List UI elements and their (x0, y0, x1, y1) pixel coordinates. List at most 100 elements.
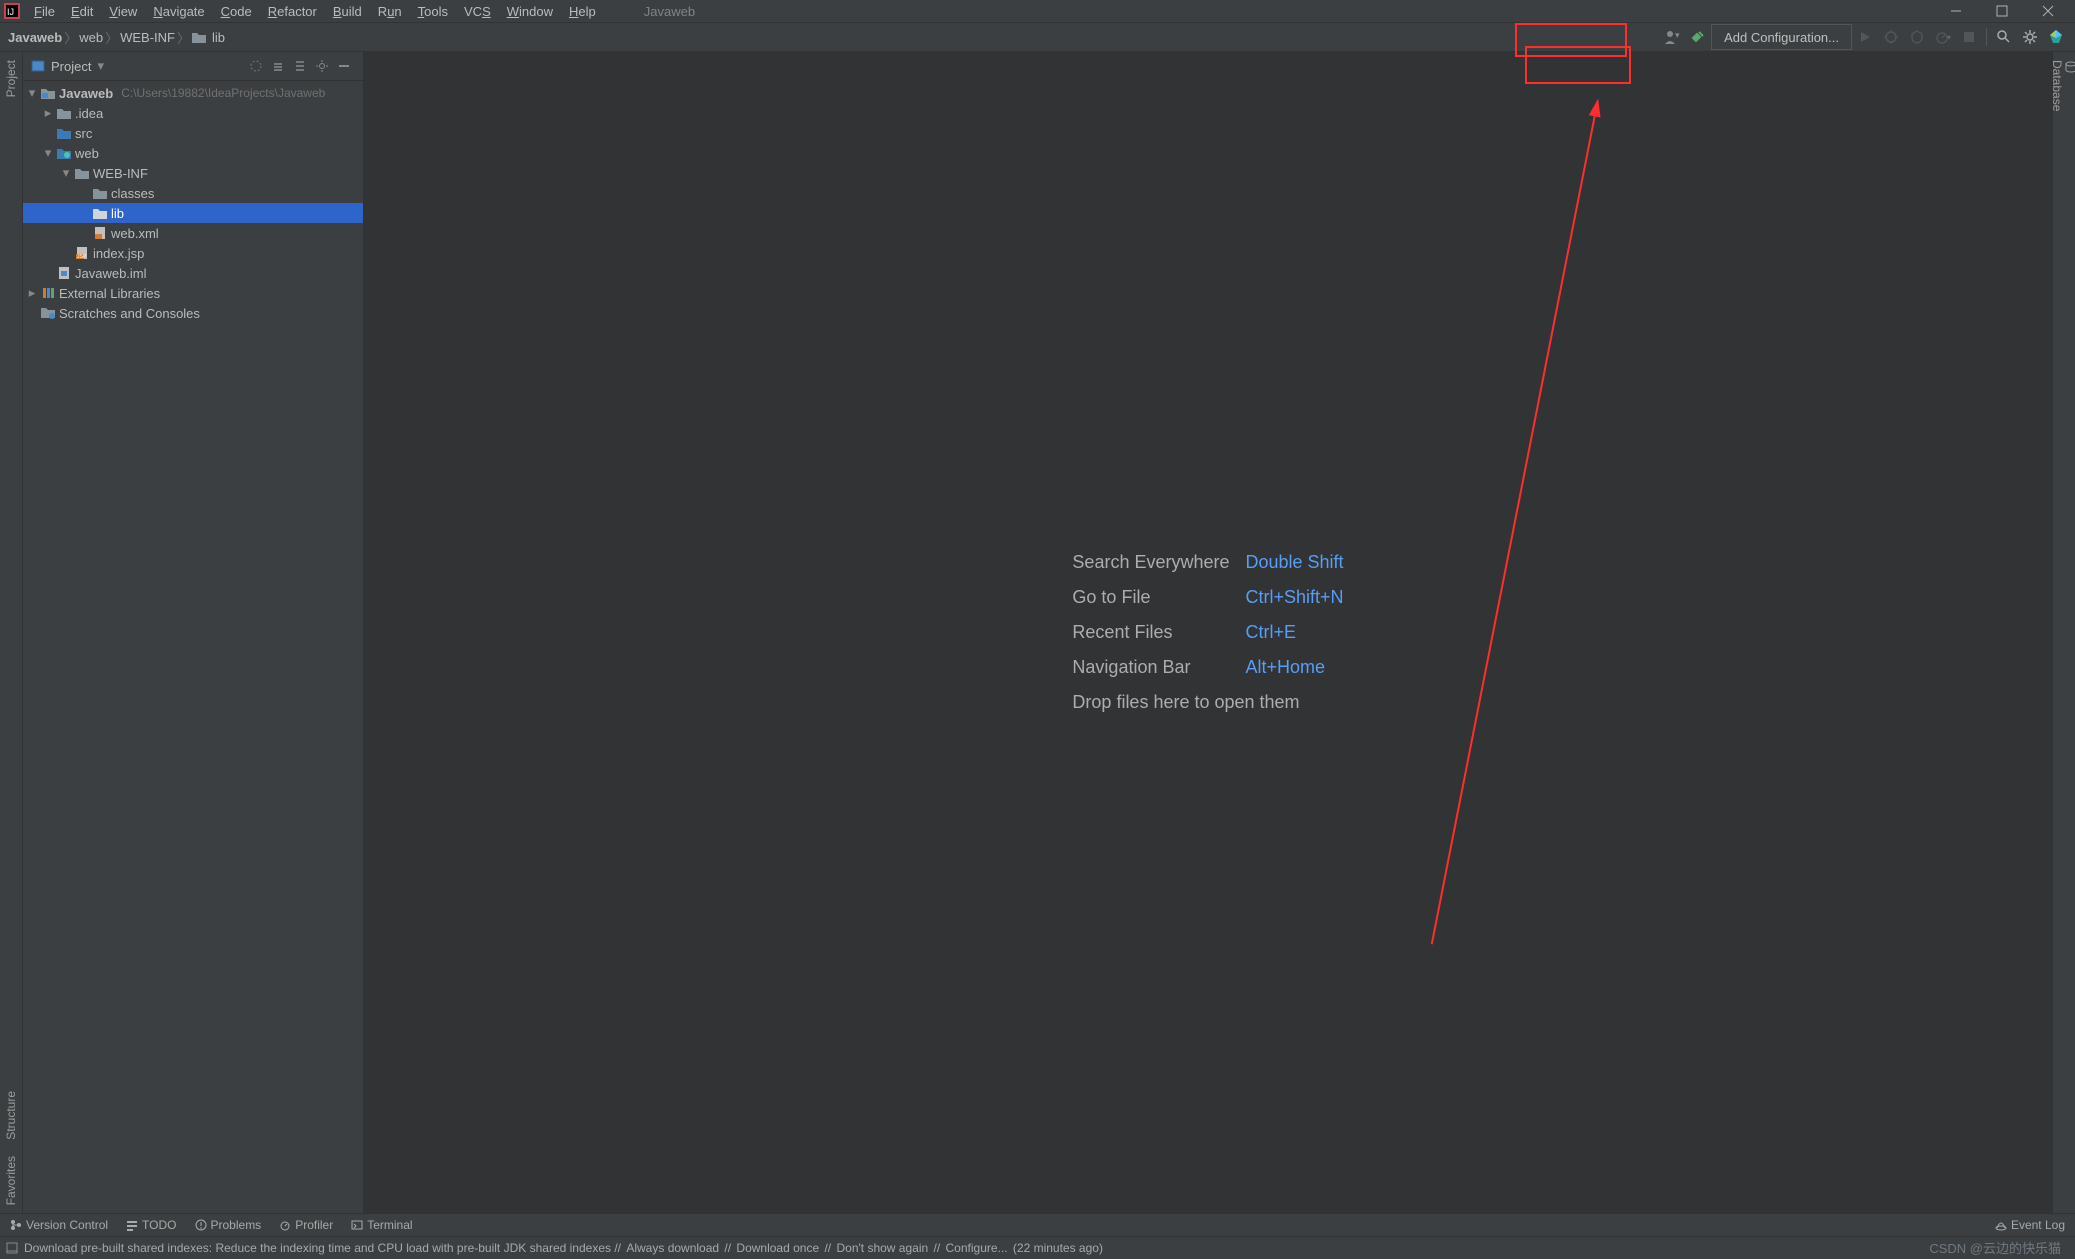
menu-window[interactable]: Window (499, 2, 561, 21)
breadcrumb-lib[interactable]: lib (190, 30, 227, 45)
left-tab-project[interactable]: Project (2, 52, 20, 105)
folder-icon (55, 107, 73, 119)
left-tab-structure[interactable]: Structure (2, 1083, 20, 1148)
status-link-configure[interactable]: Configure... (946, 1241, 1008, 1255)
window-maximize[interactable] (1979, 0, 2025, 22)
tree-lib[interactable]: lib (23, 203, 363, 223)
menu-view[interactable]: View (101, 2, 145, 21)
editor-empty-area: Search Everywhere Double Shift Go to Fil… (364, 52, 2052, 1213)
left-tab-favorites[interactable]: Favorites (2, 1148, 20, 1213)
breadcrumb-sep: 〉 (105, 28, 118, 47)
left-gutter: Project Structure Favorites (0, 52, 23, 1213)
hint-recent-label: Recent Files (1072, 622, 1229, 643)
tab-terminal[interactable]: Terminal (351, 1218, 412, 1232)
tree-iml[interactable]: Javaweb.iml (23, 263, 363, 283)
select-opened-file-icon[interactable] (245, 55, 267, 77)
tree-external-libraries[interactable]: ▸ External Libraries (23, 283, 363, 303)
chevron-down-icon[interactable]: ▾ (97, 58, 104, 74)
tree-src[interactable]: src (23, 123, 363, 143)
tree-idea[interactable]: ▸ .idea (23, 103, 363, 123)
folder-icon (73, 167, 91, 179)
menu-edit[interactable]: Edit (63, 2, 101, 21)
module-icon (39, 87, 57, 99)
ide-logo-icon[interactable] (2043, 24, 2069, 50)
window-title: Javaweb (644, 4, 695, 19)
web-folder-icon (55, 147, 73, 159)
add-configuration-button[interactable]: Add Configuration... (1711, 24, 1852, 50)
hint-drop: Drop files here to open them (1072, 692, 1343, 713)
folder-icon (91, 207, 109, 219)
run-icon[interactable] (1852, 24, 1878, 50)
tree-classes[interactable]: classes (23, 183, 363, 203)
folder-icon (192, 31, 206, 43)
hint-recent-key: Ctrl+E (1246, 622, 1344, 643)
tab-version-control[interactable]: Version Control (10, 1218, 108, 1232)
hide-panel-icon[interactable] (333, 55, 355, 77)
panel-gear-icon[interactable] (311, 55, 333, 77)
hammer-icon[interactable] (1685, 24, 1711, 50)
coverage-icon[interactable] (1904, 24, 1930, 50)
status-text: Download pre-built shared indexes: Reduc… (24, 1241, 1103, 1255)
source-folder-icon (55, 127, 73, 139)
hint-search-key: Double Shift (1246, 552, 1344, 573)
menu-tools[interactable]: Tools (410, 2, 456, 21)
title-bar: IJ File Edit View Navigate Code Refactor… (0, 0, 2075, 23)
tab-profiler[interactable]: Profiler (279, 1218, 333, 1232)
statusbar-toggle-icon[interactable] (6, 1242, 18, 1254)
hint-navbar-key: Alt+Home (1246, 657, 1344, 678)
menu-refactor[interactable]: Refactor (260, 2, 325, 21)
nav-bar: Javaweb 〉 web 〉 WEB-INF 〉 lib ▾ Add Conf… (0, 23, 2075, 52)
svg-text:JSP: JSP (77, 254, 87, 260)
menu-build[interactable]: Build (325, 2, 370, 21)
iml-file-icon (55, 266, 73, 280)
gear-icon[interactable] (2017, 24, 2043, 50)
right-tab-database[interactable]: Database (2048, 52, 2075, 119)
svg-text:▾: ▾ (1675, 30, 1680, 40)
right-gutter: Database (2052, 52, 2075, 1213)
menu-navigate[interactable]: Navigate (145, 2, 212, 21)
user-icon[interactable]: ▾ (1659, 24, 1685, 50)
project-panel-header: Project ▾ (23, 52, 363, 81)
hint-navbar-label: Navigation Bar (1072, 657, 1229, 678)
menu-run[interactable]: Run (370, 2, 410, 21)
tree-web[interactable]: ▾ web (23, 143, 363, 163)
breadcrumb-sep: 〉 (177, 28, 190, 47)
profiler-icon[interactable]: ▾ (1930, 24, 1956, 50)
breadcrumb-root[interactable]: Javaweb (6, 30, 64, 45)
breadcrumb-sep: 〉 (64, 28, 77, 47)
project-tree[interactable]: ▾ Javaweb C:\Users\19882\IdeaProjects\Ja… (23, 81, 363, 1213)
menu-file[interactable]: File (26, 2, 63, 21)
search-icon[interactable] (1991, 24, 2017, 50)
tree-webxml[interactable]: web.xml (23, 223, 363, 243)
hint-goto-key: Ctrl+Shift+N (1246, 587, 1344, 608)
expand-all-icon[interactable] (267, 55, 289, 77)
collapse-all-icon[interactable] (289, 55, 311, 77)
tree-indexjsp[interactable]: JSP index.jsp (23, 243, 363, 263)
status-link-always[interactable]: Always download (626, 1241, 719, 1255)
folder-icon (91, 187, 109, 199)
menu-help[interactable]: Help (561, 2, 604, 21)
hint-search-label: Search Everywhere (1072, 552, 1229, 573)
breadcrumb-web[interactable]: web (77, 30, 105, 45)
svg-text:IJ: IJ (7, 7, 14, 17)
jsp-file-icon: JSP (73, 246, 91, 260)
status-bar: Download pre-built shared indexes: Reduc… (0, 1236, 2075, 1259)
project-panel-title: Project (51, 59, 91, 74)
debug-icon[interactable] (1878, 24, 1904, 50)
tab-todo[interactable]: TODO (126, 1218, 176, 1232)
stop-icon[interactable] (1956, 24, 1982, 50)
tab-problems[interactable]: Problems (195, 1218, 262, 1232)
menu-code[interactable]: Code (213, 2, 260, 21)
breadcrumb-webinf[interactable]: WEB-INF (118, 30, 177, 45)
status-link-dontshow[interactable]: Don't show again (836, 1241, 928, 1255)
tree-webinf[interactable]: ▾ WEB-INF (23, 163, 363, 183)
window-close[interactable] (2025, 0, 2071, 22)
tree-scratches[interactable]: Scratches and Consoles (23, 303, 363, 323)
library-icon (39, 286, 57, 300)
xml-file-icon (91, 226, 109, 240)
tree-root[interactable]: ▾ Javaweb C:\Users\19882\IdeaProjects\Ja… (23, 83, 363, 103)
status-link-once[interactable]: Download once (736, 1241, 819, 1255)
tab-event-log[interactable]: Event Log (1995, 1218, 2065, 1232)
menu-vcs[interactable]: VCS (456, 2, 499, 21)
window-minimize[interactable] (1933, 0, 1979, 22)
